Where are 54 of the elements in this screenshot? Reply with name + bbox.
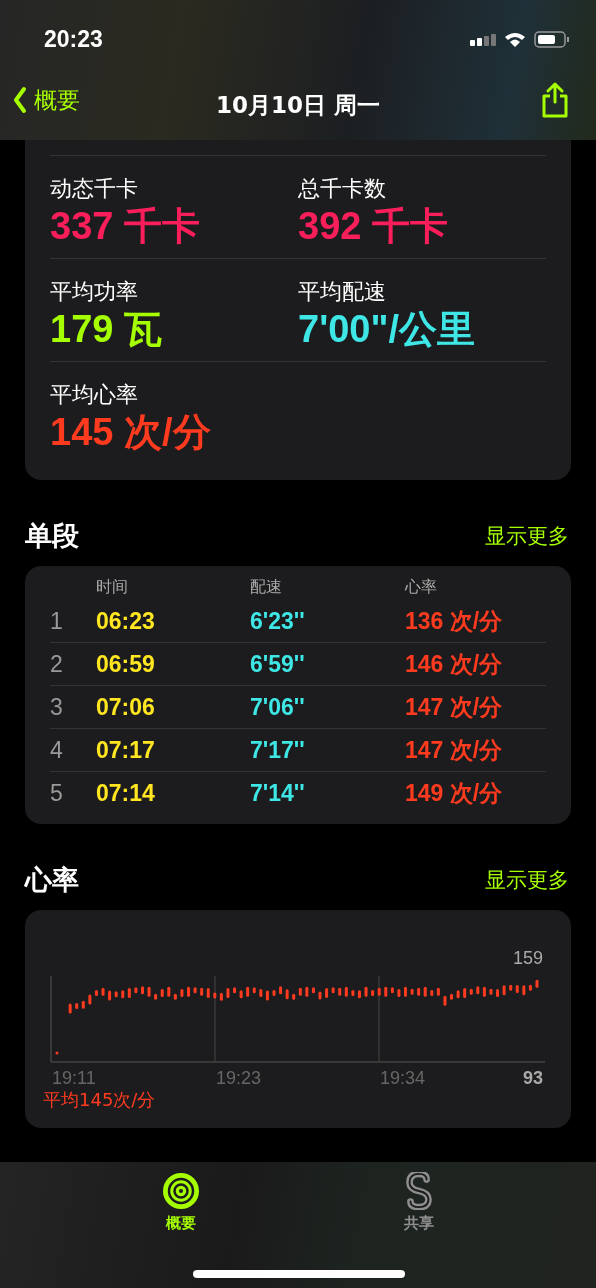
- table-cell-text: 7'06'': [250, 693, 306, 721]
- table-cell-text: 149 次/分: [405, 778, 504, 808]
- metric-label: 动态千卡: [50, 175, 139, 203]
- max-value: 159: [512, 948, 543, 968]
- wifi-icon: [504, 31, 526, 47]
- split-number: 2: [50, 650, 64, 678]
- table-cell-text: 147 次/分: [405, 735, 504, 765]
- table-cell-text: 136 次/分: [405, 606, 504, 636]
- table-cell-text: 07:17: [96, 736, 156, 764]
- table-cell-text: 7'14'': [250, 779, 306, 807]
- share-icon[interactable]: [540, 82, 570, 118]
- section-title: 心率: [25, 863, 79, 897]
- metric-value: 179 瓦: [50, 307, 163, 351]
- rings-icon: [161, 1172, 200, 1210]
- split-number: 1: [50, 607, 64, 635]
- metric-label: 平均心率: [50, 381, 139, 409]
- metric-value: 7'00"/公里: [298, 307, 476, 351]
- battery-icon: [534, 30, 570, 48]
- split-number: 3: [50, 693, 64, 721]
- table-cell-text: 147 次/分: [405, 692, 504, 722]
- back-button[interactable]: 概要: [12, 84, 80, 116]
- table-cell-text: 07:06: [96, 693, 156, 721]
- signal-icon: [470, 32, 496, 46]
- time-label: 19:34: [380, 1068, 426, 1086]
- split-number: 5: [50, 779, 64, 807]
- time-label: 19:23: [216, 1068, 262, 1086]
- column-header: 配速: [250, 576, 283, 598]
- time-label: 19:11: [52, 1068, 96, 1086]
- metric-value: 337 千卡: [50, 204, 201, 248]
- metric-value: 392 千卡: [298, 204, 449, 248]
- tab[interactable]: 概要: [155, 1162, 206, 1234]
- status-time: 20:23: [44, 25, 103, 53]
- show-more-button[interactable]: 显示更多: [485, 866, 569, 894]
- table-cell-text: 06:23: [96, 607, 156, 635]
- metric-label: 总千卡数: [298, 175, 387, 203]
- metric-value: 145 次/分: [50, 410, 212, 454]
- tab[interactable]: 共享: [396, 1162, 441, 1234]
- column-header: 时间: [96, 576, 129, 598]
- average-heart-rate: 平均145次/分: [43, 1088, 157, 1112]
- metric-label: 平均功率: [50, 278, 139, 306]
- split-number: 4: [50, 736, 64, 764]
- table-cell-text: 06:59: [96, 650, 156, 678]
- chevron-left-icon: [12, 86, 28, 114]
- min-value: 93: [522, 1068, 543, 1086]
- column-header: 心率: [405, 576, 438, 598]
- table-cell-text: 146 次/分: [405, 649, 504, 679]
- table-cell-text: 6'23'': [250, 607, 306, 635]
- show-more-button[interactable]: 显示更多: [485, 522, 569, 550]
- metric-label: 平均配速: [298, 278, 387, 306]
- table-cell-text: 7'17'': [250, 736, 306, 764]
- nav-title: 10月10日 周一: [216, 91, 380, 120]
- table-cell-text: 6'59'': [250, 650, 306, 678]
- table-cell-text: 07:14: [96, 779, 156, 807]
- section-title: 单段: [25, 519, 79, 553]
